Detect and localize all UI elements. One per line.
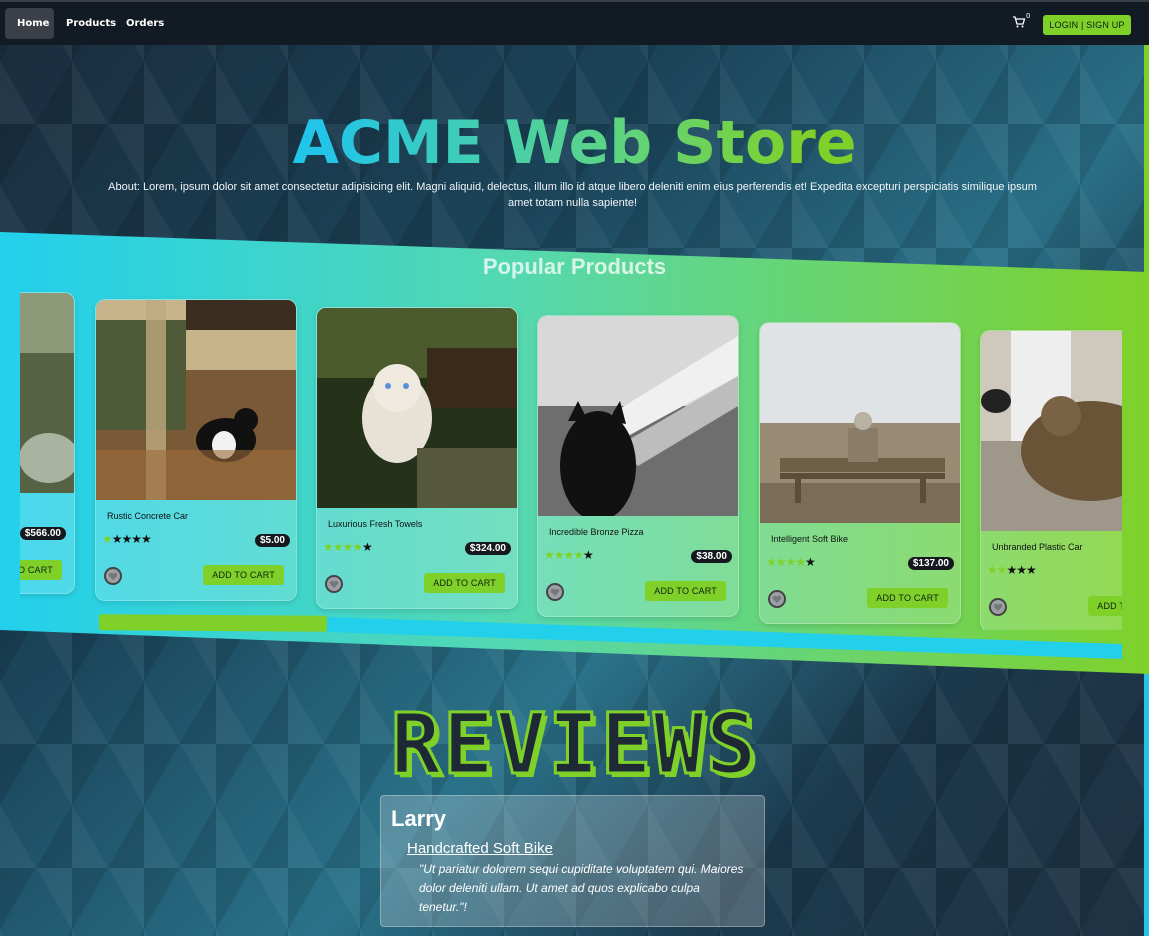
- favorite-heart-icon[interactable]: [325, 575, 343, 593]
- login-signup-button[interactable]: LOGIN | SIGN UP: [1043, 15, 1131, 35]
- product-name: Incredible Bronze Pizza: [549, 527, 644, 537]
- add-to-cart-button[interactable]: ADD TO CART: [867, 588, 948, 608]
- rating-stars: ★★★★★: [766, 555, 816, 569]
- store-about: About: Lorem, ipsum dolor sit amet conse…: [108, 181, 1037, 209]
- rating-stars: ★★★★★: [102, 532, 152, 546]
- product-image[interactable]: [760, 323, 960, 523]
- add-to-cart-button[interactable]: ADD TO CART: [203, 565, 284, 585]
- reviewed-product-link[interactable]: Handcrafted Soft Bike: [407, 840, 553, 857]
- product-image[interactable]: [538, 316, 738, 516]
- store-title: ACME Web Store: [0, 108, 1149, 178]
- review-text: "Ut pariatur dolorem sequi cupiditate vo…: [419, 862, 744, 914]
- add-to-cart-button[interactable]: ADD TO CART: [424, 573, 505, 593]
- cart-count-badge: 0: [1026, 12, 1031, 20]
- product-image[interactable]: [981, 331, 1122, 531]
- carousel-scroll-thumb[interactable]: [99, 614, 327, 632]
- products-carousel: $566.00 ADD TO CART Rustic Concrete Car …: [20, 280, 1122, 630]
- favorite-heart-icon[interactable]: [546, 583, 564, 601]
- product-price: $137.00: [907, 557, 954, 570]
- product-card: Luxurious Fresh Towels ★★★★★ $324.00 ADD…: [316, 307, 518, 609]
- product-card: Rustic Concrete Car ★★★★★ $5.00 ADD TO C…: [95, 299, 297, 601]
- product-name: Intelligent Soft Bike: [771, 534, 849, 544]
- add-to-cart-button[interactable]: ADD TO CART: [645, 581, 726, 601]
- reviews-title: REVIEWS: [389, 694, 759, 795]
- carousel-scroll-track[interactable]: [327, 617, 1122, 659]
- favorite-heart-icon[interactable]: [768, 590, 786, 608]
- rating-stars: ★★★★★: [323, 540, 373, 554]
- review-card: Larry Handcrafted Soft Bike "Ut pariatur…: [380, 795, 765, 927]
- reviewer-name: Larry: [391, 806, 447, 831]
- rating-stars: ★★★★★: [987, 563, 1037, 577]
- product-name: Luxurious Fresh Towels: [328, 519, 423, 529]
- product-card: Intelligent Soft Bike ★★★★★ $137.00 ADD …: [759, 322, 961, 624]
- popular-products-title: Popular Products: [482, 254, 667, 279]
- product-image[interactable]: [20, 293, 74, 493]
- nav-home[interactable]: Home: [5, 8, 54, 39]
- favorite-heart-icon[interactable]: [989, 598, 1007, 616]
- add-to-cart-button[interactable]: ADD TO CART: [20, 560, 62, 580]
- product-name: Rustic Concrete Car: [107, 511, 189, 521]
- add-to-cart-button[interactable]: ADD TO CART: [1088, 596, 1122, 616]
- favorite-heart-icon[interactable]: [104, 567, 122, 585]
- product-card: $566.00 ADD TO CART: [20, 292, 75, 594]
- product-price: $5.00: [254, 534, 290, 547]
- product-price: $566.00: [20, 527, 66, 540]
- nav-orders[interactable]: Orders: [114, 8, 176, 39]
- product-image[interactable]: [317, 308, 517, 508]
- product-image[interactable]: [96, 300, 296, 500]
- top-navbar: Home Products Orders 0 LOGIN | SIGN UP: [0, 0, 1149, 45]
- product-price: $38.00: [691, 550, 732, 563]
- product-price: $324.00: [464, 542, 511, 555]
- rating-stars: ★★★★★: [544, 548, 594, 562]
- product-card: Unbranded Plastic Car ★★★★★ ADD TO CART: [980, 330, 1122, 630]
- product-name: Unbranded Plastic Car: [992, 542, 1083, 552]
- product-card: Incredible Bronze Pizza ★★★★★ $38.00 ADD…: [537, 315, 739, 617]
